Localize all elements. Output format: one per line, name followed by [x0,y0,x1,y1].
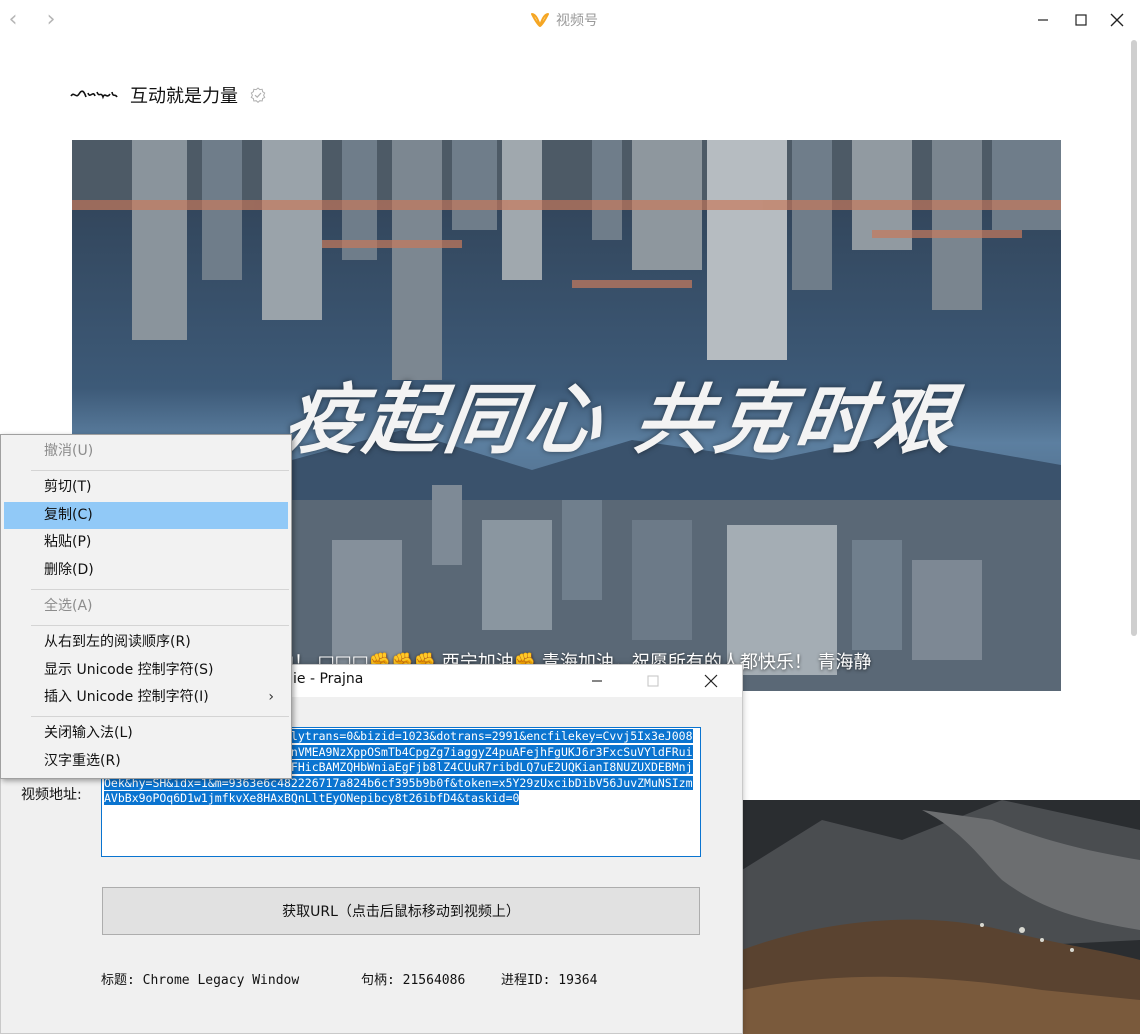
close-button[interactable] [1104,6,1130,34]
maximize-button[interactable] [1068,6,1094,34]
author-name[interactable]: 互动就是力量 [130,82,238,108]
channels-logo-icon [531,13,549,27]
app-title: 视频号 [530,9,598,31]
menu-item-paste[interactable]: 粘贴(P) [4,529,288,556]
close-icon [1110,13,1124,27]
menu-item-close-ime[interactable]: 关闭输入法(L) [4,720,288,747]
menu-item-insert-unicode[interactable]: 插入 Unicode 控制字符(I) › [4,684,288,711]
title-bar: ‹ › 视频号 [0,0,1140,40]
status-handle: 句柄: 21564086 [361,973,466,988]
mountain-image [742,800,1140,1034]
submenu-arrow-icon: › [268,689,274,705]
verified-badge-icon [250,87,266,103]
menu-item-select-all[interactable]: 全选(A) [4,593,288,620]
video-overlay-text: 疫起同心 共克时艰 [278,375,962,464]
menu-separator [31,625,289,626]
menu-item-rtl-reading[interactable]: 从右到左的阅读顺序(R) [4,629,288,656]
context-menu: 撤消(U) 剪切(T) 复制(C) 粘贴(P) 删除(D) 全选(A) 从右到左… [0,434,292,779]
chevron-right-icon: › [46,7,56,32]
scrollbar-thumb[interactable] [1131,40,1137,636]
menu-separator [31,589,289,590]
menu-item-reconvert[interactable]: 汉字重选(R) [4,748,288,775]
close-icon [704,674,718,688]
maximize-icon [647,675,659,687]
menu-item-insert-unicode-label: 插入 Unicode 控制字符(I) [44,689,209,705]
menu-item-delete[interactable]: 删除(D) [4,557,288,584]
handwritten-logo-avatar[interactable] [70,83,118,107]
forward-button[interactable]: › [40,8,62,32]
menu-item-cut[interactable]: 剪切(T) [4,474,288,501]
status-title: 标题: Chrome Legacy Window [101,973,300,988]
status-pid: 进程ID: 19364 [501,973,598,988]
back-button[interactable]: ‹ [2,8,24,32]
dialog-maximize-button[interactable] [635,669,671,693]
dialog-close-button[interactable] [693,669,729,693]
app-title-text: 视频号 [556,13,598,29]
minimize-button[interactable] [1030,6,1056,34]
menu-separator [31,716,289,717]
url-label: 视频地址: [21,787,82,803]
get-url-button[interactable]: 获取URL（点击后鼠标移动到视频上） [102,887,700,935]
dialog-title: ie - Prajna [293,671,364,687]
menu-separator [31,470,289,471]
maximize-icon [1075,14,1087,26]
minimize-icon [1038,19,1048,21]
menu-item-copy[interactable]: 复制(C) [4,502,288,529]
dialog-minimize-button[interactable] [579,669,615,693]
minimize-icon [592,680,602,682]
next-video-thumbnail[interactable] [742,800,1140,1034]
chevron-left-icon: ‹ [8,7,18,32]
author-row[interactable]: 互动就是力量 [70,82,266,108]
menu-item-show-unicode[interactable]: 显示 Unicode 控制字符(S) [4,657,288,684]
menu-item-undo[interactable]: 撤消(U) [4,438,288,465]
